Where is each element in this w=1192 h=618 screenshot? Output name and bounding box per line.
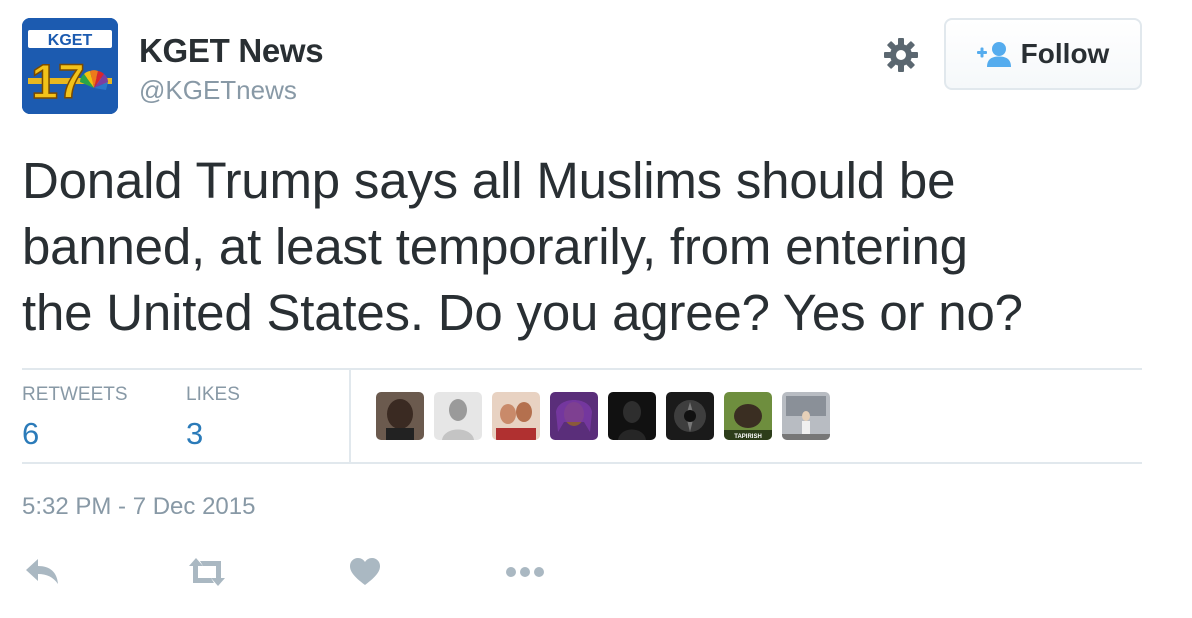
tweet-text: Donald Trump says all Muslims should be … — [22, 148, 1162, 346]
stats-divider — [349, 370, 351, 463]
user-avatar-8[interactable] — [782, 392, 830, 440]
gear-icon[interactable] — [883, 37, 919, 73]
user-avatar-6[interactable] — [666, 392, 714, 440]
user-avatar-1[interactable] — [376, 392, 424, 440]
logo-text: KGET — [48, 32, 93, 49]
follow-button-label: Follow — [1020, 38, 1110, 69]
logo-number: 17 — [31, 56, 84, 109]
divider — [22, 368, 1142, 370]
divider — [22, 462, 1142, 464]
retweets-count: 6 — [22, 416, 40, 451]
follow-button[interactable]: Follow — [944, 18, 1142, 90]
account-name[interactable]: KGET News — [139, 32, 324, 70]
tweet-line: Donald Trump says all Muslims should be — [22, 152, 956, 209]
avatar-caption: TAPIRISH — [734, 434, 762, 440]
likes-label: LIKES — [186, 384, 240, 405]
retweet-icon — [189, 558, 225, 586]
add-user-icon — [976, 42, 1011, 67]
account-avatar[interactable]: KGET 17 — [22, 18, 118, 114]
more-icon — [506, 567, 544, 577]
kget-logo: KGET 17 — [22, 18, 118, 114]
retweets-stat[interactable]: RETWEETS 6 — [22, 384, 128, 452]
likes-stat[interactable]: LIKES 3 — [186, 384, 240, 452]
like-button[interactable] — [349, 554, 381, 590]
reply-icon — [26, 559, 58, 584]
retweets-label: RETWEETS — [22, 384, 128, 405]
user-avatar-3[interactable] — [492, 392, 540, 440]
more-button[interactable] — [505, 554, 545, 590]
retweet-button[interactable] — [187, 554, 227, 590]
tweet-line: the United States. Do you agree? Yes or … — [22, 284, 1023, 341]
liker-avatars: TAPIRISH — [376, 392, 830, 440]
like-icon — [350, 558, 380, 585]
user-avatar-4[interactable] — [550, 392, 598, 440]
tweet-line: banned, at least temporarily, from enter… — [22, 218, 968, 275]
user-avatar-2[interactable] — [434, 392, 482, 440]
account-handle[interactable]: @KGETnews — [139, 75, 297, 106]
reply-button[interactable] — [24, 554, 60, 590]
user-avatar-7[interactable]: TAPIRISH — [724, 392, 772, 440]
tweet-timestamp[interactable]: 5:32 PM - 7 Dec 2015 — [22, 493, 255, 521]
likes-count: 3 — [186, 416, 204, 451]
user-avatar-5[interactable] — [608, 392, 656, 440]
